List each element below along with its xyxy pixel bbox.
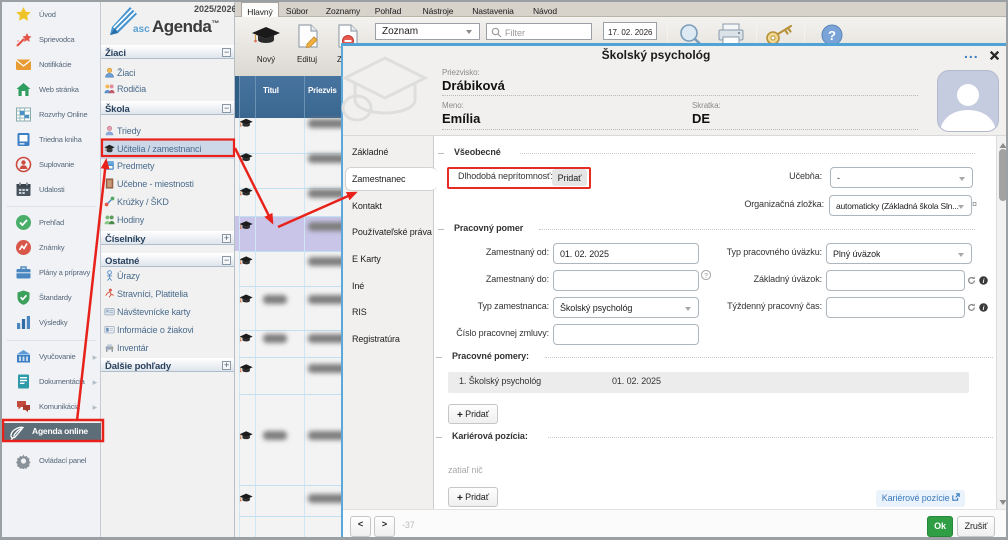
svg-text:i: i	[983, 278, 985, 285]
svg-text:i: i	[983, 305, 985, 312]
svg-text:?: ?	[828, 28, 836, 43]
